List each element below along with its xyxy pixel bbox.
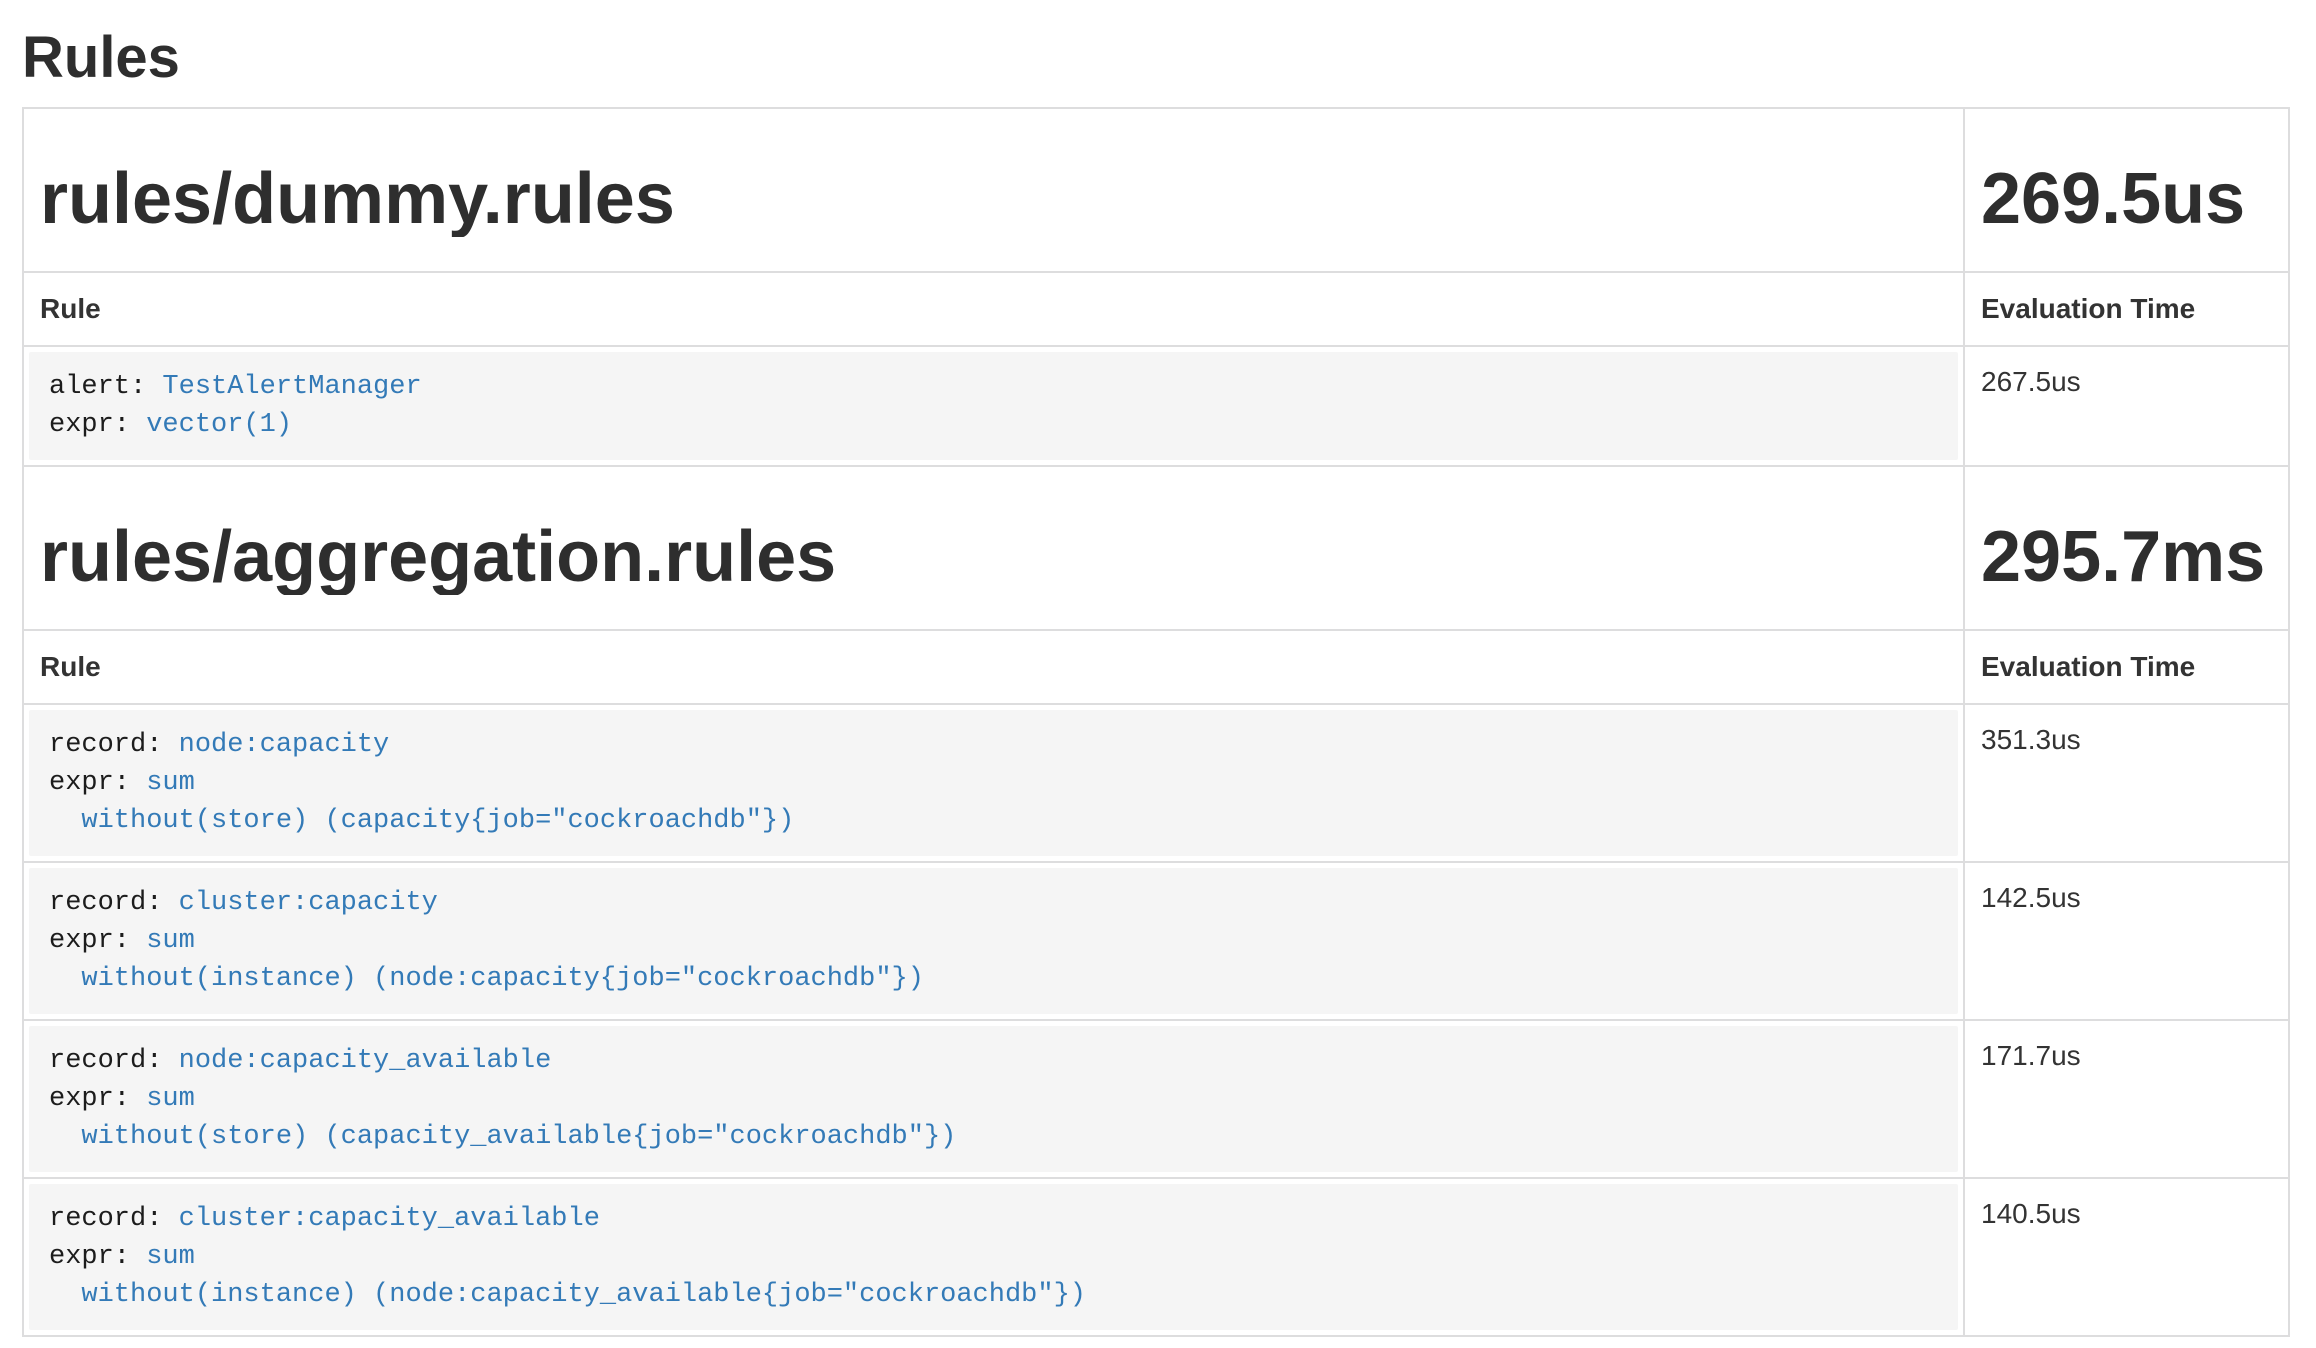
rule-code: record: node:capacity_available expr: sum… <box>29 1026 1958 1172</box>
evaluation-time-column-header: Evaluation Time <box>1964 630 2289 704</box>
group-file-heading: rules/dummy.rules <box>40 161 1947 237</box>
rule-row: record: node:capacity_available expr: sum… <box>23 1020 2289 1178</box>
rule-link[interactable]: sum <box>146 1242 195 1272</box>
group-file-cell: rules/dummy.rules <box>23 108 1964 272</box>
rule-cell: alert: TestAlertManager expr: vector(1) <box>23 346 1964 466</box>
rule-key: record: <box>49 1204 179 1234</box>
rule-row: alert: TestAlertManager expr: vector(1) 2… <box>23 346 2289 466</box>
rule-key: expr: <box>49 410 146 440</box>
rule-link[interactable]: without(store) (capacity{job="cockroachd… <box>49 806 794 836</box>
rule-code: record: cluster:capacity expr: sum withou… <box>29 868 1958 1014</box>
evaluation-time-column-header: Evaluation Time <box>1964 272 2289 346</box>
rule-key: expr: <box>49 768 146 798</box>
rule-link[interactable]: cluster:capacity <box>179 888 438 918</box>
evaluation-time-cell: 140.5us <box>1964 1178 2289 1336</box>
rule-key: record: <box>49 888 179 918</box>
group-total-cell: 269.5us <box>1964 108 2289 272</box>
rule-row: record: cluster:capacity expr: sum withou… <box>23 862 2289 1020</box>
group-header-row: rules/dummy.rules 269.5us <box>23 108 2289 272</box>
rule-link[interactable]: without(instance) (node:capacity{job="co… <box>49 964 924 994</box>
rule-link[interactable]: sum <box>146 768 195 798</box>
rule-link[interactable]: node:capacity <box>179 730 390 760</box>
rule-link[interactable]: sum <box>146 1084 195 1114</box>
rule-key: alert: <box>49 372 162 402</box>
rule-cell: record: cluster:capacity_availableexpr: … <box>23 1178 1964 1336</box>
group-header-row: rules/aggregation.rules 295.7ms <box>23 466 2289 630</box>
rule-key: expr: <box>49 1242 146 1272</box>
rule-code: record: cluster:capacity_availableexpr: … <box>29 1184 1958 1330</box>
rule-key: record: <box>49 730 179 760</box>
rule-link[interactable]: sum <box>146 926 195 956</box>
rules-page: Rules rules/dummy.rules 269.5us Rule Eva… <box>0 26 2316 1337</box>
rule-link[interactable]: TestAlertManager <box>162 372 421 402</box>
rules-table: rules/dummy.rules 269.5us Rule Evaluatio… <box>22 107 2290 1337</box>
column-header-row: Rule Evaluation Time <box>23 630 2289 704</box>
rule-row: record: cluster:capacity_availableexpr: … <box>23 1178 2289 1336</box>
rule-cell: record: node:capacity_available expr: sum… <box>23 1020 1964 1178</box>
rule-link[interactable]: without(store) (capacity_available{job="… <box>49 1122 956 1152</box>
page-title: Rules <box>22 26 2294 89</box>
rule-link[interactable]: cluster:capacity_available <box>179 1204 600 1234</box>
rule-cell: record: cluster:capacity expr: sum withou… <box>23 862 1964 1020</box>
rule-code: record: node:capacity expr: sum without(s… <box>29 710 1958 856</box>
rule-key: expr: <box>49 1084 146 1114</box>
group-total-time: 295.7ms <box>1981 519 2272 595</box>
group-total-time: 269.5us <box>1981 161 2272 237</box>
evaluation-time-cell: 267.5us <box>1964 346 2289 466</box>
evaluation-time-cell: 351.3us <box>1964 704 2289 862</box>
rule-code: alert: TestAlertManager expr: vector(1) <box>29 352 1958 460</box>
rule-cell: record: node:capacity expr: sum without(s… <box>23 704 1964 862</box>
rule-row: record: node:capacity expr: sum without(s… <box>23 704 2289 862</box>
rule-column-header: Rule <box>23 272 1964 346</box>
rule-link[interactable]: without(instance) (node:capacity_availab… <box>49 1280 1086 1310</box>
evaluation-time-cell: 171.7us <box>1964 1020 2289 1178</box>
group-file-cell: rules/aggregation.rules <box>23 466 1964 630</box>
rule-key: expr: <box>49 926 146 956</box>
group-total-cell: 295.7ms <box>1964 466 2289 630</box>
rule-link[interactable]: node:capacity_available <box>179 1046 552 1076</box>
column-header-row: Rule Evaluation Time <box>23 272 2289 346</box>
group-file-heading: rules/aggregation.rules <box>40 519 1947 595</box>
evaluation-time-cell: 142.5us <box>1964 862 2289 1020</box>
rule-link[interactable]: vector(1) <box>146 410 292 440</box>
rule-column-header: Rule <box>23 630 1964 704</box>
rule-key: record: <box>49 1046 179 1076</box>
